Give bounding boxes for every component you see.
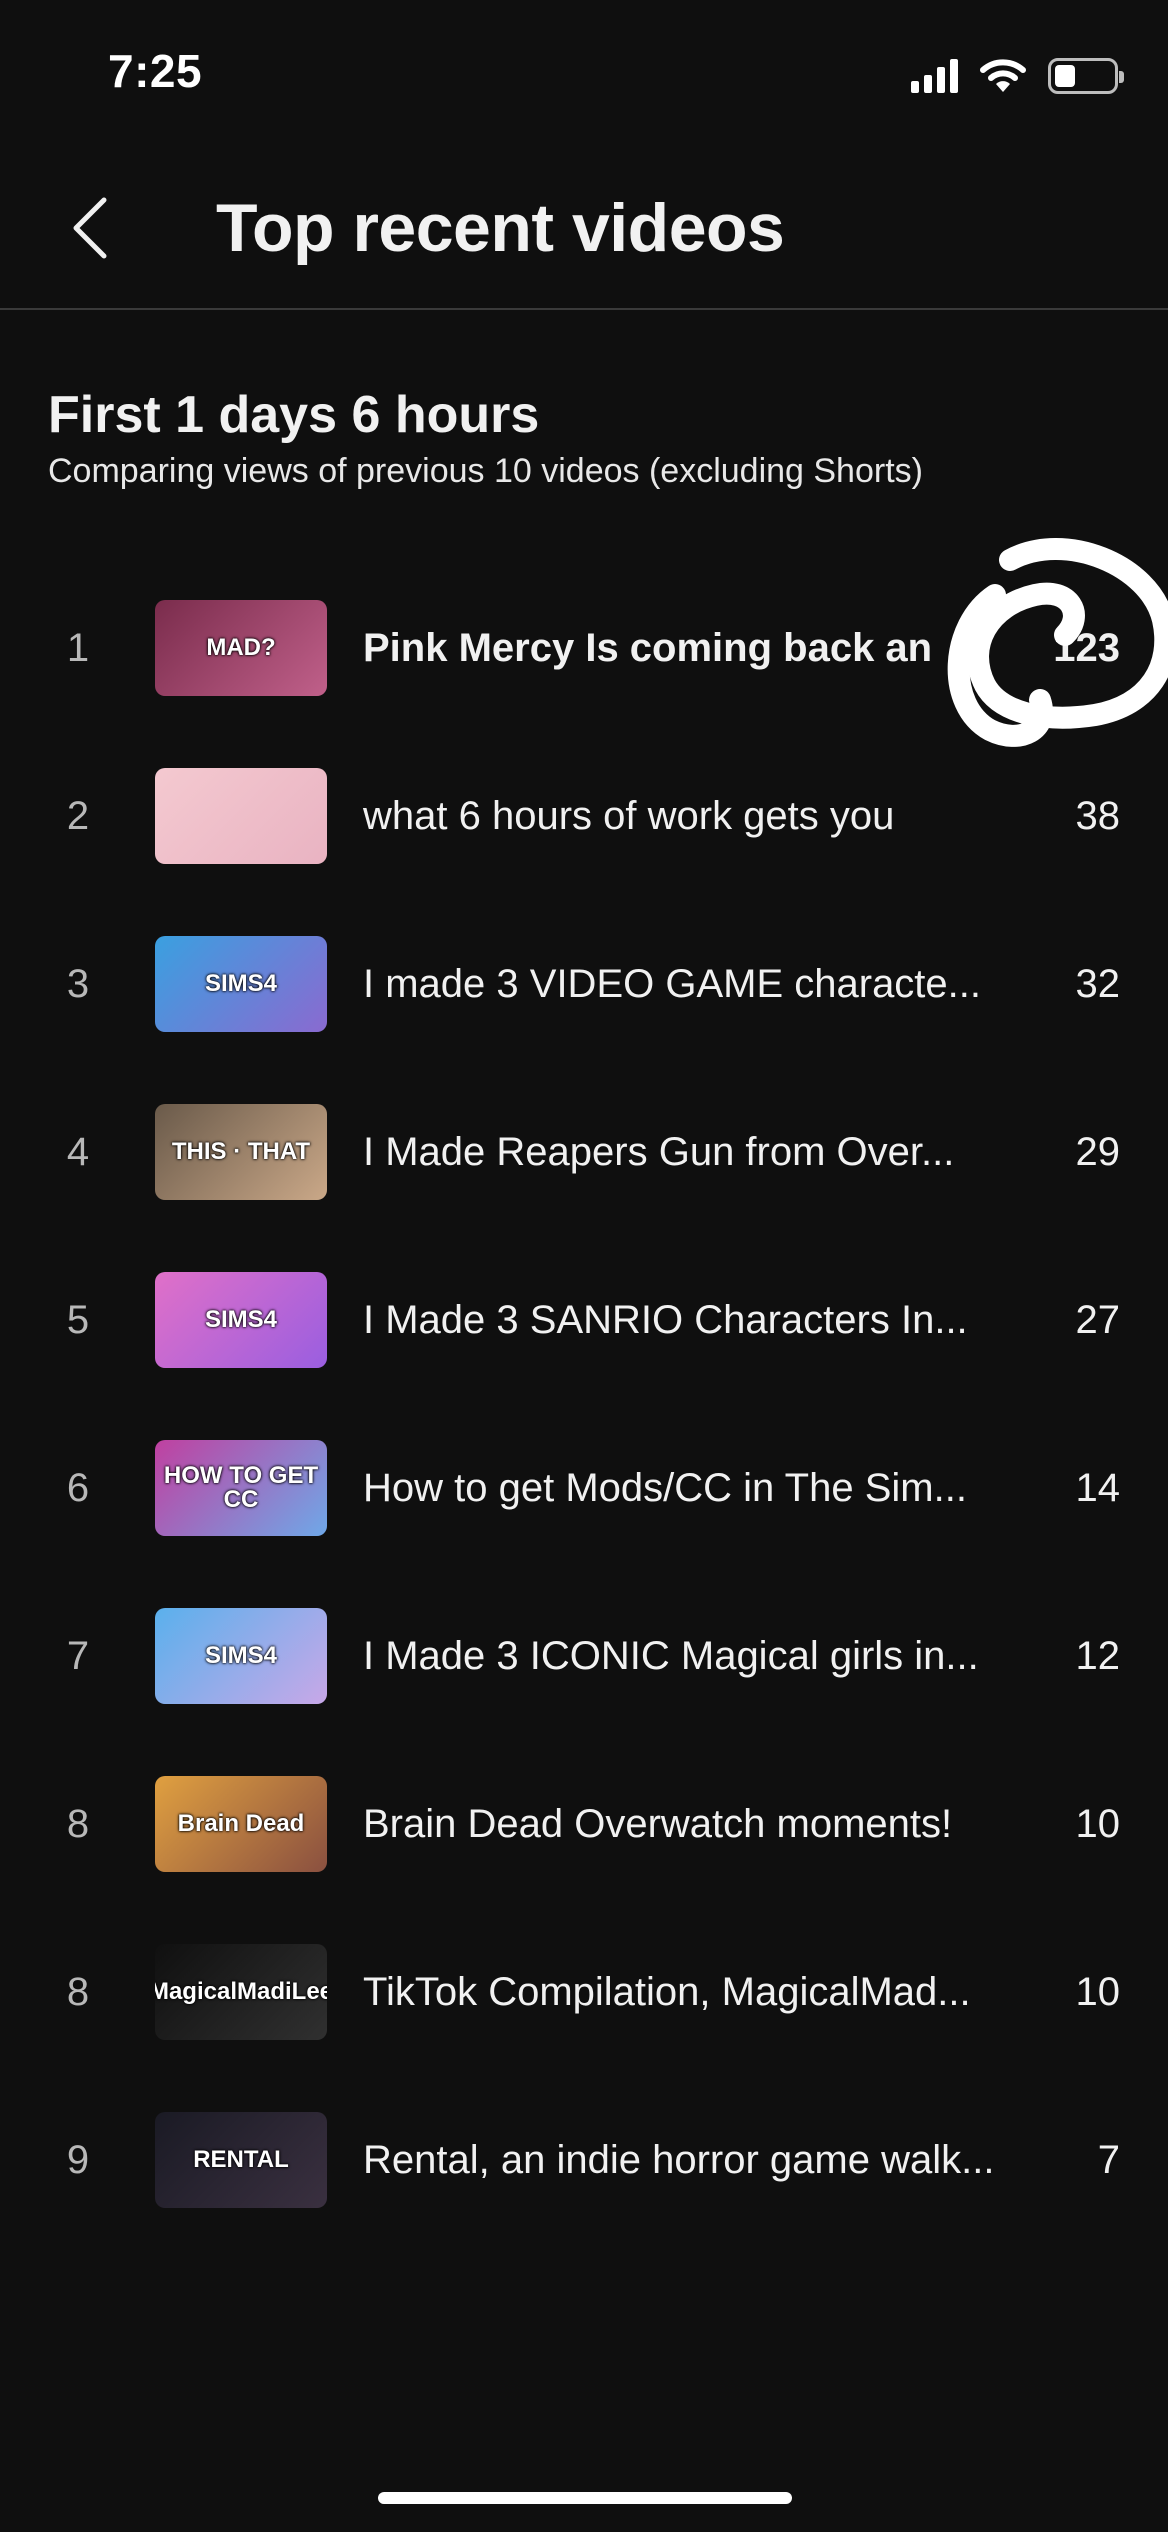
video-views: 123: [1053, 626, 1120, 670]
wifi-icon: [980, 59, 1026, 92]
video-views: 10: [1075, 1970, 1121, 2014]
video-thumbnail[interactable]: SIMS4: [155, 936, 327, 1032]
thumbnail-text: SIMS4: [204, 970, 278, 997]
video-title[interactable]: Pink Mercy Is coming back an: [363, 564, 1013, 732]
video-rank: 3: [66, 962, 90, 1006]
video-thumbnail[interactable]: [155, 768, 327, 864]
video-rank: 8: [66, 1802, 90, 1846]
video-thumbnail[interactable]: THIS · THAT: [155, 1104, 327, 1200]
video-row[interactable]: 2 what 6 hours of work gets you 38: [0, 732, 1168, 900]
video-rank: 2: [66, 794, 90, 838]
thumbnail-text: RENTAL: [193, 2146, 289, 2173]
thumbnail-text: Brain Dead: [177, 1810, 305, 1837]
status-bar: 7:25: [0, 0, 1168, 150]
video-row[interactable]: 1 MAD? Pink Mercy Is coming back an 123: [0, 564, 1168, 732]
section-subtitle: Comparing views of previous 10 videos (e…: [48, 452, 923, 490]
video-title[interactable]: TikTok Compilation, MagicalMad...: [363, 1908, 1013, 2076]
video-list: 1 MAD? Pink Mercy Is coming back an 123 2 wha…: [0, 564, 1168, 2244]
video-title[interactable]: Brain Dead Overwatch moments!: [363, 1740, 1013, 1908]
video-rank: 9: [66, 2138, 90, 2182]
video-views: 29: [1075, 1130, 1121, 1174]
video-row[interactable]: 5 SIMS4 I Made 3 SANRIO Characters In... 27: [0, 1236, 1168, 1404]
thumbnail-text: THIS · THAT: [171, 1138, 311, 1165]
video-row[interactable]: 8 Brain Dead Brain Dead Overwatch moments!…: [0, 1740, 1168, 1908]
chevron-left-icon: [73, 197, 107, 259]
thumbnail-text: SIMS4: [204, 1306, 278, 1333]
video-row[interactable]: 8 MagicalMadiLee TikTok Compilation, Magic…: [0, 1908, 1168, 2076]
video-title[interactable]: How to get Mods/CC in The Sim...: [363, 1404, 1013, 1572]
video-rank: 8: [66, 1970, 90, 2014]
video-title[interactable]: what 6 hours of work gets you: [363, 732, 1013, 900]
section-title: First 1 days 6 hours: [48, 386, 540, 444]
video-views: 27: [1075, 1298, 1121, 1342]
video-views: 10: [1075, 1802, 1121, 1846]
video-row[interactable]: 7 SIMS4 I Made 3 ICONIC Magical girls in..…: [0, 1572, 1168, 1740]
video-rank: 6: [66, 1466, 90, 1510]
video-views: 38: [1075, 794, 1121, 838]
screen: 7:25 Top recent videos First 1 days 6 ho…: [0, 0, 1168, 2532]
video-rank: 1: [66, 626, 90, 670]
video-row[interactable]: 3 SIMS4 I made 3 VIDEO GAME characte... 32: [0, 900, 1168, 1068]
thumbnail-text: MagicalMadiLee: [155, 1978, 327, 2005]
page-title: Top recent videos: [216, 190, 785, 266]
video-views: 14: [1075, 1466, 1121, 1510]
video-rank: 5: [66, 1298, 90, 1342]
video-thumbnail[interactable]: SIMS4: [155, 1272, 327, 1368]
video-views: 12: [1075, 1634, 1121, 1678]
thumbnail-text: MAD?: [206, 634, 276, 661]
battery-icon: [1048, 58, 1124, 94]
video-thumbnail[interactable]: RENTAL: [155, 2112, 327, 2208]
thumbnail-text: SIMS4: [204, 1642, 278, 1669]
back-button[interactable]: [50, 188, 130, 268]
video-row[interactable]: 6 HOW TO GET CC How to get Mods/CC in The …: [0, 1404, 1168, 1572]
video-row[interactable]: 9 RENTAL Rental, an indie horror game walk…: [0, 2076, 1168, 2244]
video-row[interactable]: 4 THIS · THAT I Made Reapers Gun from Over…: [0, 1068, 1168, 1236]
video-thumbnail[interactable]: HOW TO GET CC: [155, 1440, 327, 1536]
video-title[interactable]: I Made 3 ICONIC Magical girls in...: [363, 1572, 1013, 1740]
video-views: 32: [1075, 962, 1121, 1006]
video-thumbnail[interactable]: MagicalMadiLee: [155, 1944, 327, 2040]
video-title[interactable]: I Made Reapers Gun from Over...: [363, 1068, 1013, 1236]
video-title[interactable]: I Made 3 SANRIO Characters In...: [363, 1236, 1013, 1404]
battery-cap: [1119, 71, 1124, 83]
video-thumbnail[interactable]: SIMS4: [155, 1608, 327, 1704]
video-title[interactable]: I made 3 VIDEO GAME characte...: [363, 900, 1013, 1068]
thumbnail-text: HOW TO GET CC: [163, 1462, 319, 1513]
video-thumbnail[interactable]: Brain Dead: [155, 1776, 327, 1872]
video-title[interactable]: Rental, an indie horror game walk...: [363, 2076, 1013, 2244]
video-views: 7: [1097, 2138, 1120, 2182]
video-rank: 7: [66, 1634, 90, 1678]
header: Top recent videos: [0, 150, 1168, 310]
battery-level: [1055, 65, 1075, 87]
home-indicator[interactable]: [378, 2492, 792, 2504]
video-rank: 4: [66, 1130, 90, 1174]
cellular-signal-icon: [911, 59, 958, 93]
status-icons: [911, 54, 1124, 98]
status-time: 7:25: [108, 45, 203, 97]
video-thumbnail[interactable]: MAD?: [155, 600, 327, 696]
